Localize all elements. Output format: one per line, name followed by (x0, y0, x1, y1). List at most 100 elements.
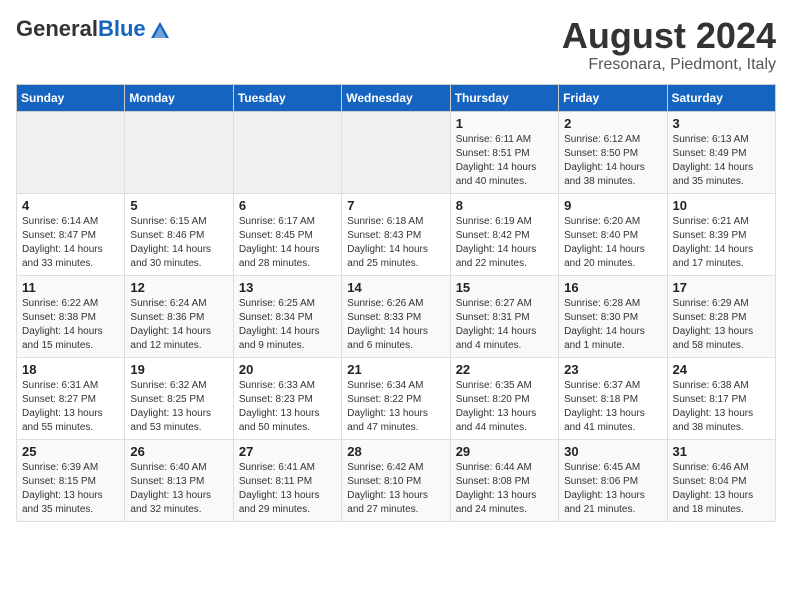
day-info: Sunrise: 6:46 AM Sunset: 8:04 PM Dayligh… (673, 461, 770, 517)
calendar-table: SundayMondayTuesdayWednesdayThursdayFrid… (16, 84, 776, 522)
calendar-cell: 24Sunrise: 6:38 AM Sunset: 8:17 PM Dayli… (667, 357, 775, 439)
day-info: Sunrise: 6:45 AM Sunset: 8:06 PM Dayligh… (564, 461, 661, 517)
calendar-week-1: 1 Sunrise: 6:11 AM Sunset: 8:51 PM Daylig… (17, 111, 776, 193)
header-cell-monday: Monday (125, 84, 233, 111)
day-info: Sunrise: 6:14 AM Sunset: 8:47 PM Dayligh… (22, 215, 119, 271)
day-info: Sunrise: 6:17 AM Sunset: 8:45 PM Dayligh… (239, 215, 336, 271)
calendar-week-3: 11Sunrise: 6:22 AM Sunset: 8:38 PM Dayli… (17, 275, 776, 357)
calendar-body: 1 Sunrise: 6:11 AM Sunset: 8:51 PM Daylig… (17, 111, 776, 521)
day-number: 23 (564, 362, 661, 377)
logo: GeneralBlue (16, 16, 171, 42)
calendar-cell: 17Sunrise: 6:29 AM Sunset: 8:28 PM Dayli… (667, 275, 775, 357)
day-number: 19 (130, 362, 227, 377)
calendar-cell: 22 Sunrise: 6:35 AM Sunset: 8:20 PM Dayli… (450, 357, 558, 439)
main-title: August 2024 (562, 16, 776, 56)
day-number: 14 (347, 280, 444, 295)
day-number: 2 (564, 116, 661, 131)
calendar-cell: 19 Sunrise: 6:32 AM Sunset: 8:25 PM Dayli… (125, 357, 233, 439)
calendar-cell: 16 Sunrise: 6:28 AM Sunset: 8:30 PM Dayli… (559, 275, 667, 357)
calendar-cell: 9 Sunrise: 6:20 AM Sunset: 8:40 PM Daylig… (559, 193, 667, 275)
day-info: Sunrise: 6:44 AM Sunset: 8:08 PM Dayligh… (456, 461, 553, 517)
day-info: Sunrise: 6:27 AM Sunset: 8:31 PM Dayligh… (456, 297, 553, 353)
calendar-cell: 10 Sunrise: 6:21 AM Sunset: 8:39 PM Dayli… (667, 193, 775, 275)
calendar-week-5: 25 Sunrise: 6:39 AM Sunset: 8:15 PM Dayli… (17, 439, 776, 521)
subtitle: Fresonara, Piedmont, Italy (562, 56, 776, 74)
day-info: Sunrise: 6:37 AM Sunset: 8:18 PM Dayligh… (564, 379, 661, 435)
calendar-cell: 8 Sunrise: 6:19 AM Sunset: 8:42 PM Daylig… (450, 193, 558, 275)
day-info: Sunrise: 6:38 AM Sunset: 8:17 PM Dayligh… (673, 379, 770, 435)
day-number: 20 (239, 362, 336, 377)
calendar-cell (125, 111, 233, 193)
day-info: Sunrise: 6:41 AM Sunset: 8:11 PM Dayligh… (239, 461, 336, 517)
day-number: 12 (130, 280, 227, 295)
header-cell-tuesday: Tuesday (233, 84, 341, 111)
calendar-cell: 2Sunrise: 6:12 AM Sunset: 8:50 PM Daylig… (559, 111, 667, 193)
day-info: Sunrise: 6:13 AM Sunset: 8:49 PM Dayligh… (673, 133, 770, 189)
day-number: 16 (564, 280, 661, 295)
day-number: 18 (22, 362, 119, 377)
calendar-cell: 21Sunrise: 6:34 AM Sunset: 8:22 PM Dayli… (342, 357, 450, 439)
calendar-cell: 14 Sunrise: 6:26 AM Sunset: 8:33 PM Dayli… (342, 275, 450, 357)
calendar-cell: 13Sunrise: 6:25 AM Sunset: 8:34 PM Dayli… (233, 275, 341, 357)
day-info: Sunrise: 6:28 AM Sunset: 8:30 PM Dayligh… (564, 297, 661, 353)
day-info: Sunrise: 6:33 AM Sunset: 8:23 PM Dayligh… (239, 379, 336, 435)
header-row: SundayMondayTuesdayWednesdayThursdayFrid… (17, 84, 776, 111)
calendar-week-2: 4 Sunrise: 6:14 AM Sunset: 8:47 PM Daylig… (17, 193, 776, 275)
day-number: 10 (673, 198, 770, 213)
day-number: 7 (347, 198, 444, 213)
calendar-cell: 31 Sunrise: 6:46 AM Sunset: 8:04 PM Dayli… (667, 439, 775, 521)
calendar-cell: 11Sunrise: 6:22 AM Sunset: 8:38 PM Dayli… (17, 275, 125, 357)
calendar-cell: 26Sunrise: 6:40 AM Sunset: 8:13 PM Dayli… (125, 439, 233, 521)
calendar-cell (17, 111, 125, 193)
calendar-cell: 7Sunrise: 6:18 AM Sunset: 8:43 PM Daylig… (342, 193, 450, 275)
day-info: Sunrise: 6:11 AM Sunset: 8:51 PM Dayligh… (456, 133, 553, 189)
calendar-week-4: 18 Sunrise: 6:31 AM Sunset: 8:27 PM Dayli… (17, 357, 776, 439)
day-number: 1 (456, 116, 553, 131)
day-info: Sunrise: 6:26 AM Sunset: 8:33 PM Dayligh… (347, 297, 444, 353)
day-info: Sunrise: 6:19 AM Sunset: 8:42 PM Dayligh… (456, 215, 553, 271)
calendar-header: SundayMondayTuesdayWednesdayThursdayFrid… (17, 84, 776, 111)
calendar-cell: 12Sunrise: 6:24 AM Sunset: 8:36 PM Dayli… (125, 275, 233, 357)
calendar-cell: 3 Sunrise: 6:13 AM Sunset: 8:49 PM Daylig… (667, 111, 775, 193)
calendar-cell (233, 111, 341, 193)
day-info: Sunrise: 6:39 AM Sunset: 8:15 PM Dayligh… (22, 461, 119, 517)
day-info: Sunrise: 6:20 AM Sunset: 8:40 PM Dayligh… (564, 215, 661, 271)
day-number: 30 (564, 444, 661, 459)
day-info: Sunrise: 6:35 AM Sunset: 8:20 PM Dayligh… (456, 379, 553, 435)
logo-general: GeneralBlue (16, 16, 146, 42)
header-cell-sunday: Sunday (17, 84, 125, 111)
logo-icon (149, 20, 171, 42)
calendar-cell (342, 111, 450, 193)
day-info: Sunrise: 6:15 AM Sunset: 8:46 PM Dayligh… (130, 215, 227, 271)
day-info: Sunrise: 6:32 AM Sunset: 8:25 PM Dayligh… (130, 379, 227, 435)
day-number: 5 (130, 198, 227, 213)
calendar-cell: 5 Sunrise: 6:15 AM Sunset: 8:46 PM Daylig… (125, 193, 233, 275)
day-number: 29 (456, 444, 553, 459)
calendar-cell: 25 Sunrise: 6:39 AM Sunset: 8:15 PM Dayli… (17, 439, 125, 521)
header-cell-wednesday: Wednesday (342, 84, 450, 111)
day-number: 15 (456, 280, 553, 295)
calendar-cell: 20 Sunrise: 6:33 AM Sunset: 8:23 PM Dayli… (233, 357, 341, 439)
day-number: 9 (564, 198, 661, 213)
day-number: 6 (239, 198, 336, 213)
day-number: 4 (22, 198, 119, 213)
calendar-cell: 1 Sunrise: 6:11 AM Sunset: 8:51 PM Daylig… (450, 111, 558, 193)
calendar-cell: 6 Sunrise: 6:17 AM Sunset: 8:45 PM Daylig… (233, 193, 341, 275)
calendar-cell: 29 Sunrise: 6:44 AM Sunset: 8:08 PM Dayli… (450, 439, 558, 521)
day-number: 22 (456, 362, 553, 377)
day-info: Sunrise: 6:21 AM Sunset: 8:39 PM Dayligh… (673, 215, 770, 271)
day-info: Sunrise: 6:22 AM Sunset: 8:38 PM Dayligh… (22, 297, 119, 353)
calendar-cell: 15 Sunrise: 6:27 AM Sunset: 8:31 PM Dayli… (450, 275, 558, 357)
page-header: GeneralBlue August 2024 Fresonara, Piedm… (16, 16, 776, 74)
day-number: 31 (673, 444, 770, 459)
title-block: August 2024 Fresonara, Piedmont, Italy (562, 16, 776, 74)
day-info: Sunrise: 6:31 AM Sunset: 8:27 PM Dayligh… (22, 379, 119, 435)
calendar-cell: 27 Sunrise: 6:41 AM Sunset: 8:11 PM Dayli… (233, 439, 341, 521)
day-number: 25 (22, 444, 119, 459)
day-number: 3 (673, 116, 770, 131)
calendar-cell: 30 Sunrise: 6:45 AM Sunset: 8:06 PM Dayli… (559, 439, 667, 521)
day-number: 13 (239, 280, 336, 295)
day-number: 27 (239, 444, 336, 459)
day-info: Sunrise: 6:40 AM Sunset: 8:13 PM Dayligh… (130, 461, 227, 517)
day-number: 8 (456, 198, 553, 213)
